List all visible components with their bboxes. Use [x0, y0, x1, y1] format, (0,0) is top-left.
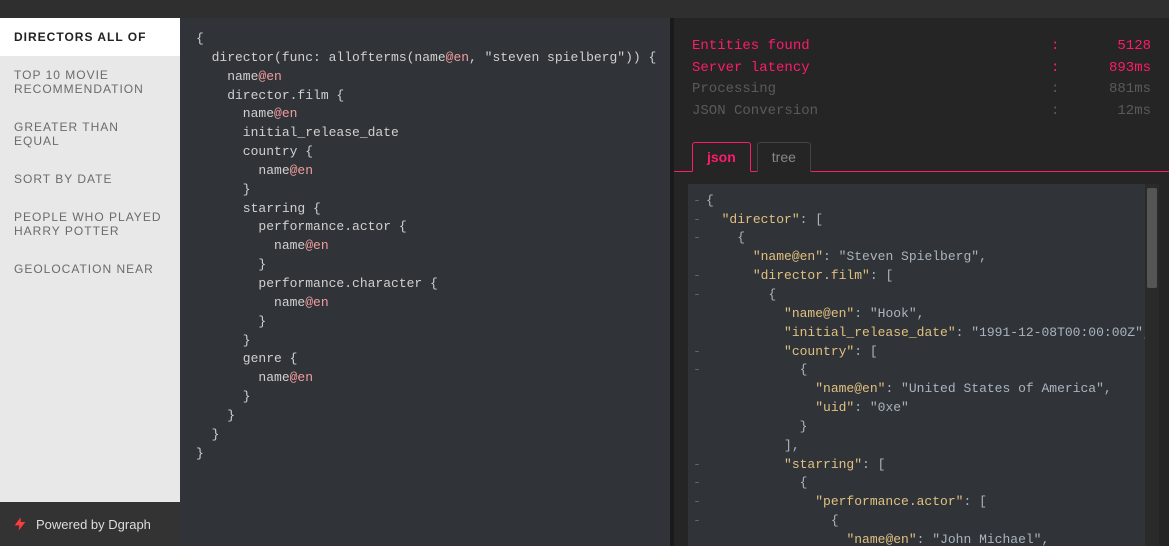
dgraph-logo-icon — [12, 516, 28, 532]
stat-value: 893ms — [1081, 58, 1151, 80]
stat-label: Processing — [692, 79, 1051, 101]
query-editor[interactable]: { director(func: allofterms(name@en, "st… — [180, 18, 670, 546]
stat-row: JSON Conversion:12ms — [692, 101, 1151, 123]
fold-toggle[interactable] — [688, 418, 706, 437]
tab-json[interactable]: json — [692, 142, 751, 172]
stat-colon: : — [1051, 58, 1081, 80]
powered-by: Powered by Dgraph — [0, 502, 180, 546]
sidebar-item-1[interactable]: TOP 10 MOVIE RECOMMENDATION — [0, 56, 180, 108]
fold-toggle[interactable] — [688, 324, 706, 343]
fold-toggle[interactable]: - — [688, 343, 706, 362]
fold-toggle[interactable]: - — [688, 456, 706, 475]
sidebar-item-3[interactable]: SORT BY DATE — [0, 160, 180, 198]
fold-toggle[interactable]: - — [688, 211, 706, 230]
sidebar-item-0[interactable]: DIRECTORS ALL OF — [0, 18, 180, 56]
fold-toggle[interactable]: - — [688, 286, 706, 305]
sidebar-item-4[interactable]: PEOPLE WHO PLAYED HARRY POTTER — [0, 198, 180, 250]
sidebar-item-5[interactable]: GEOLOCATION NEAR — [0, 250, 180, 288]
result-tabs: jsontree — [674, 133, 1169, 172]
fold-toggle[interactable]: - — [688, 229, 706, 248]
stat-label: Server latency — [692, 58, 1051, 80]
tab-tree[interactable]: tree — [757, 142, 811, 172]
powered-label: Powered by Dgraph — [36, 517, 151, 532]
fold-toggle[interactable] — [688, 305, 706, 324]
fold-toggle[interactable] — [688, 399, 706, 418]
fold-toggle[interactable]: - — [688, 493, 706, 512]
fold-toggle[interactable]: - — [688, 474, 706, 493]
scrollbar[interactable] — [1145, 184, 1159, 546]
fold-toggle[interactable] — [688, 248, 706, 267]
fold-toggle[interactable]: - — [688, 192, 706, 211]
fold-toggle[interactable]: - — [688, 361, 706, 380]
stat-colon: : — [1051, 101, 1081, 123]
stat-label: Entities found — [692, 36, 1051, 58]
fold-toggle[interactable] — [688, 531, 706, 546]
stat-value: 881ms — [1081, 79, 1151, 101]
stat-colon: : — [1051, 36, 1081, 58]
fold-toggle[interactable] — [688, 380, 706, 399]
stat-value: 12ms — [1081, 101, 1151, 123]
sidebar: DIRECTORS ALL OFTOP 10 MOVIE RECOMMENDAT… — [0, 18, 180, 546]
scrollbar-thumb[interactable] — [1147, 188, 1157, 288]
sidebar-item-2[interactable]: GREATER THAN EQUAL — [0, 108, 180, 160]
stat-row: Processing:881ms — [692, 79, 1151, 101]
stat-colon: : — [1051, 79, 1081, 101]
top-bar — [0, 0, 1169, 18]
json-result-view[interactable]: -{ - "director": [ - { "name@en": "Steve… — [688, 184, 1159, 546]
fold-toggle[interactable]: - — [688, 267, 706, 286]
result-panel: Entities found:5128Server latency:893msP… — [670, 18, 1169, 546]
stats-block: Entities found:5128Server latency:893msP… — [674, 18, 1169, 133]
stat-row: Server latency:893ms — [692, 58, 1151, 80]
stat-row: Entities found:5128 — [692, 36, 1151, 58]
fold-toggle[interactable] — [688, 437, 706, 456]
stat-value: 5128 — [1081, 36, 1151, 58]
fold-toggle[interactable]: - — [688, 512, 706, 531]
stat-label: JSON Conversion — [692, 101, 1051, 123]
